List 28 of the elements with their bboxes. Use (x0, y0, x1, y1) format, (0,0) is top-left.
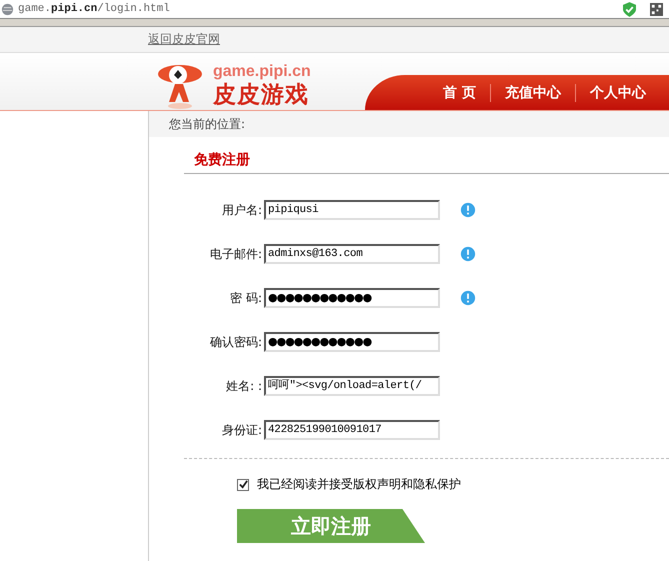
form-title: 免费注册 (184, 151, 669, 174)
shield-icon[interactable] (623, 2, 636, 16)
breadcrumb-label: 您当前的位置: (169, 116, 246, 132)
logo-domain: game.pipi.cn (213, 64, 311, 80)
nav-link[interactable]: 个人中心 (590, 84, 646, 102)
agreement-checkbox[interactable] (237, 478, 249, 490)
field-label: 姓名: : (225, 378, 263, 394)
nav-link[interactable]: 首 页 (443, 84, 476, 102)
input-field[interactable]: 呵呵"><svg/onload=alert(/ (264, 376, 440, 396)
password-field[interactable]: ●●●●●●●●●●●● (264, 332, 440, 352)
qr-code-icon[interactable] (650, 2, 663, 16)
field-label: 电子邮件: (208, 246, 263, 262)
field-label: 身份证: (220, 422, 263, 438)
info-icon (460, 246, 476, 262)
nav-link[interactable]: 充值中心 (504, 84, 561, 102)
input-field[interactable]: 422825199010091017 (264, 420, 440, 440)
logo-title: 皮皮游戏 (213, 81, 310, 110)
password-field[interactable]: ●●●●●●●●●●●● (264, 288, 440, 308)
url-text[interactable]: game.pipi.cn/login.html (18, 3, 170, 15)
field-label: 确认密码: (208, 334, 263, 350)
input-field[interactable]: adminxs@163.com (264, 244, 440, 264)
info-icon (460, 202, 476, 218)
field-label: 密 码: (229, 290, 263, 306)
info-icon (460, 290, 476, 306)
back-to-homepage-link[interactable]: 返回皮皮官网 (148, 31, 220, 48)
input-field[interactable]: pipiqusi (264, 200, 440, 220)
field-label: 用户名: (220, 202, 263, 218)
agreement-label: 我已经阅读并接受版权声明和隐私保护 (257, 476, 461, 493)
